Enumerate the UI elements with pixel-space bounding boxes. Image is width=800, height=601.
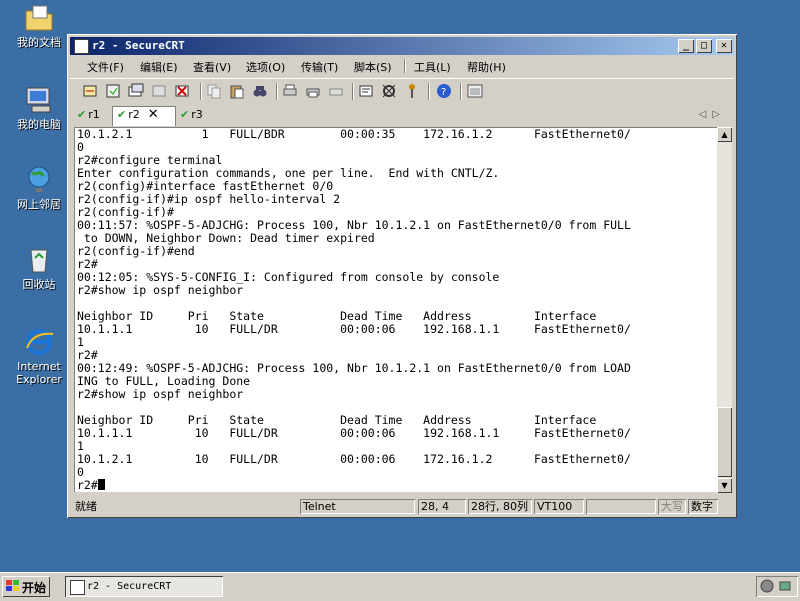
help-icon[interactable]: ? bbox=[436, 83, 452, 99]
status-emulation: VT100 bbox=[534, 499, 584, 514]
desktop-icon-my-documents[interactable]: 我的文档 bbox=[8, 2, 70, 49]
session-tabs: ✔ r1 ✔ r2 ✕ ✔ r3 ◁▷ bbox=[70, 105, 734, 126]
quick-connect-icon[interactable] bbox=[105, 83, 121, 99]
print-icon[interactable] bbox=[282, 83, 298, 99]
system-tray bbox=[756, 576, 798, 597]
menu-view[interactable]: 查看(V) bbox=[193, 59, 231, 75]
menu-options[interactable]: 选项(O) bbox=[246, 59, 285, 75]
taskbar-item-label: r2 - SecureCRT bbox=[87, 581, 172, 592]
tab-r1[interactable]: ✔ r1 bbox=[77, 107, 111, 124]
network-tray-icon[interactable] bbox=[778, 579, 792, 593]
start-label: 开始 bbox=[22, 581, 47, 595]
status-caps-lock: 大写 bbox=[658, 499, 686, 514]
desktop-icon-internet-explorer[interactable]: Internet Explorer bbox=[8, 326, 70, 386]
desktop-icon-label: Internet Explorer bbox=[16, 360, 62, 386]
reconnect-icon[interactable] bbox=[151, 83, 167, 99]
tab-label: r1 bbox=[88, 108, 100, 121]
window-title: r2 - SecureCRT bbox=[92, 39, 185, 52]
status-ready: 就绪 bbox=[75, 500, 97, 513]
menu-edit[interactable]: 编辑(E) bbox=[140, 59, 178, 75]
print-screen-icon[interactable] bbox=[328, 83, 344, 99]
desktop-icon-network[interactable]: 网上邻居 bbox=[8, 164, 70, 211]
close-button[interactable]: ✕ bbox=[716, 39, 732, 53]
connect-tab-icon[interactable] bbox=[128, 83, 144, 99]
vertical-scrollbar[interactable]: ▲ ▼ bbox=[717, 127, 732, 493]
app-icon bbox=[70, 580, 85, 595]
desktop-icon-recycle-bin[interactable]: 回收站 bbox=[8, 244, 70, 291]
terminal-cursor bbox=[97, 479, 105, 490]
copy-icon[interactable] bbox=[206, 83, 222, 99]
desktop-icon-label: 我的文档 bbox=[17, 36, 61, 49]
check-icon: ✔ bbox=[117, 108, 127, 121]
check-icon: ✔ bbox=[77, 108, 87, 121]
session-options-icon[interactable] bbox=[358, 83, 374, 99]
check-icon: ✔ bbox=[180, 108, 190, 121]
status-bar: 就绪 Telnet 28, 4 28行, 80列 VT100 大写 数字 bbox=[70, 497, 734, 517]
desktop-icon-label: 我的电脑 bbox=[17, 118, 61, 131]
start-button[interactable]: 开始 bbox=[2, 576, 50, 597]
maximize-button[interactable]: □ bbox=[696, 39, 712, 53]
terminal-output[interactable]: 10.1.2.1 1 FULL/BDR 00:00:35 172.16.1.2 … bbox=[74, 127, 717, 492]
tab-label: r3 bbox=[191, 108, 203, 121]
internet-explorer-icon bbox=[26, 329, 54, 355]
find-icon[interactable] bbox=[252, 83, 268, 99]
print-selection-icon[interactable] bbox=[305, 83, 321, 99]
status-blank bbox=[586, 499, 656, 514]
status-num-lock: 数字 bbox=[688, 499, 718, 514]
menu-script[interactable]: 脚本(S) bbox=[354, 59, 392, 75]
taskbar: 开始 r2 - SecureCRT bbox=[0, 572, 800, 601]
tab-r3[interactable]: ✔ r3 bbox=[180, 107, 214, 124]
recycle-bin-icon bbox=[30, 249, 48, 273]
connect-icon[interactable] bbox=[82, 83, 98, 99]
disconnect-icon[interactable] bbox=[174, 83, 190, 99]
title-bar[interactable]: r2 - SecureCRT _ □ ✕ bbox=[70, 37, 734, 55]
status-terminal-size: 28行, 80列 bbox=[468, 499, 532, 514]
desktop-icon-label: 回收站 bbox=[22, 278, 56, 291]
tab-label: r2 bbox=[128, 108, 140, 121]
minimize-button[interactable]: _ bbox=[678, 39, 694, 53]
menu-tools[interactable]: 工具(L) bbox=[414, 59, 451, 75]
menu-file[interactable]: 文件(F) bbox=[87, 59, 124, 75]
terminal-text: 10.1.2.1 1 FULL/BDR 00:00:35 172.16.1.2 … bbox=[77, 127, 631, 492]
menu-transfer[interactable]: 传输(T) bbox=[301, 59, 338, 75]
taskbar-item-securecrt[interactable]: r2 - SecureCRT bbox=[65, 576, 223, 597]
app-icon[interactable] bbox=[74, 39, 89, 54]
global-options-icon[interactable] bbox=[381, 83, 397, 99]
menu-bar: 文件(F) 编辑(E) 查看(V) 选项(O) 传输(T) 脚本(S) 工具(L… bbox=[70, 56, 734, 76]
windows-flag-icon bbox=[6, 580, 19, 591]
menu-help[interactable]: 帮助(H) bbox=[467, 59, 506, 75]
globe-icon bbox=[28, 166, 50, 192]
status-protocol: Telnet bbox=[300, 499, 415, 514]
scroll-thumb[interactable] bbox=[717, 407, 732, 477]
status-cursor-position: 28, 4 bbox=[418, 499, 466, 514]
toolbar: ? bbox=[70, 78, 734, 103]
volume-icon[interactable] bbox=[760, 579, 774, 593]
securecrt-window: r2 - SecureCRT _ □ ✕ 文件(F) 编辑(E) 查看(V) 选… bbox=[67, 34, 737, 518]
scroll-up-button[interactable]: ▲ bbox=[717, 127, 732, 142]
toolbar-window-icon[interactable] bbox=[467, 83, 483, 99]
desktop-icon-my-computer[interactable]: 我的电脑 bbox=[8, 84, 70, 131]
tab-scroll-arrows[interactable]: ◁▷ bbox=[699, 109, 726, 120]
scroll-down-button[interactable]: ▼ bbox=[717, 478, 732, 493]
tab-r2[interactable]: ✔ r2 ✕ bbox=[112, 106, 176, 126]
keymap-icon[interactable] bbox=[404, 83, 420, 99]
folder-icon bbox=[25, 5, 53, 31]
svg-text:?: ? bbox=[441, 87, 446, 98]
close-tab-icon[interactable]: ✕ bbox=[148, 107, 159, 122]
desktop-icon-label: 网上邻居 bbox=[17, 198, 61, 211]
paste-icon[interactable] bbox=[229, 83, 245, 99]
computer-icon bbox=[26, 87, 51, 113]
